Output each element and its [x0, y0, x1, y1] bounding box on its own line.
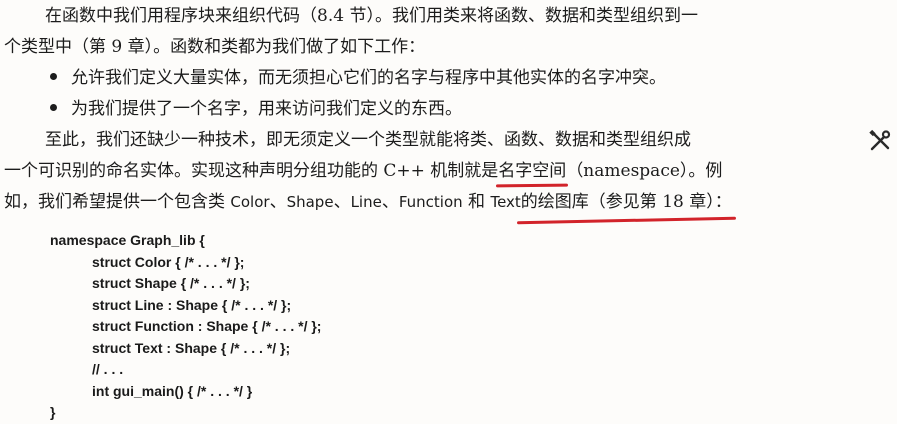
paragraph2-line3: 如，我们希望提供一个包含类 Color、Shape、Line、Function …	[4, 190, 732, 214]
code-line: // . . .	[92, 361, 124, 377]
namespace-term-underlined: 名字空间	[498, 161, 567, 181]
paragraph2-line1: 至此，我们还缺少一种技术，即无须定义一个类型就能将类、函数、数据和类型组织成	[45, 130, 691, 150]
class-name: Function	[398, 193, 463, 211]
code-line: struct Shape { /* . . . */ };	[92, 275, 250, 291]
code-line: namespace Graph_lib {	[50, 232, 205, 248]
tools-icon	[869, 129, 891, 151]
code-line: struct Text : Shape { /* . . . */ };	[92, 339, 291, 356]
code-line: struct Function : Shape { /* . . . */ };	[92, 318, 322, 334]
paragraph2-line3-start: 如，我们希望提供一个包含类	[4, 192, 231, 212]
paragraph2-line3-mid: 的绘图库（	[520, 192, 606, 212]
class-name: Color	[230, 193, 270, 211]
conjunction: 和	[462, 192, 491, 212]
code-line: struct Line : Shape { /* . . . */ };	[92, 296, 292, 313]
chapter-reference: 参见第 18 章	[605, 192, 707, 212]
bullet-icon	[50, 73, 57, 80]
paragraph2-line2-start: 一个可识别的命名实体。实现这种声明分组功能的 C++ 机制就是	[4, 161, 499, 181]
bullet-item: 允许我们定义大量实体，而无须担心它们的名字与程序中其他实体的名字冲突。	[50, 66, 666, 90]
bullet-item: 为我们提供了一个名字，用来访问我们定义的东西。	[50, 97, 462, 121]
class-name: Text	[490, 193, 521, 211]
separator: 、	[333, 192, 351, 212]
code-line: struct Color { /* . . . */ };	[92, 253, 245, 270]
bullet-icon	[50, 104, 57, 111]
class-name: Shape	[286, 193, 334, 211]
paragraph2-line2: 一个可识别的命名实体。实现这种声明分组功能的 C++ 机制就是名字空间（name…	[4, 159, 722, 183]
paragraph2-line3-end: ）：	[706, 192, 732, 212]
code-line: }	[50, 404, 56, 420]
code-line: int gui_main() { /* . . . */ }	[92, 382, 253, 399]
paragraph1-line1: 在函数中我们用程序块来组织代码（8.4 节）。我们用类来将函数、数据和类型组织到…	[45, 6, 698, 26]
paragraph1-line2: 个类型中（第 9 章）。函数和类都为我们做了如下工作：	[4, 37, 426, 57]
separator: 、	[381, 192, 399, 212]
book-page: 在函数中我们用程序块来组织代码（8.4 节）。我们用类来将函数、数据和类型组织到…	[0, 0, 897, 424]
chapter-reference-underlined: 的绘图库（参见第 18 章）：	[521, 190, 732, 214]
bullet-text: 允许我们定义大量实体，而无须担心它们的名字与程序中其他实体的名字冲突。	[71, 68, 666, 88]
separator: 、	[269, 192, 287, 212]
paragraph2-line2-end: （namespace）。例	[566, 161, 723, 181]
class-name: Line	[350, 193, 382, 211]
bullet-text: 为我们提供了一个名字，用来访问我们定义的东西。	[71, 99, 462, 119]
